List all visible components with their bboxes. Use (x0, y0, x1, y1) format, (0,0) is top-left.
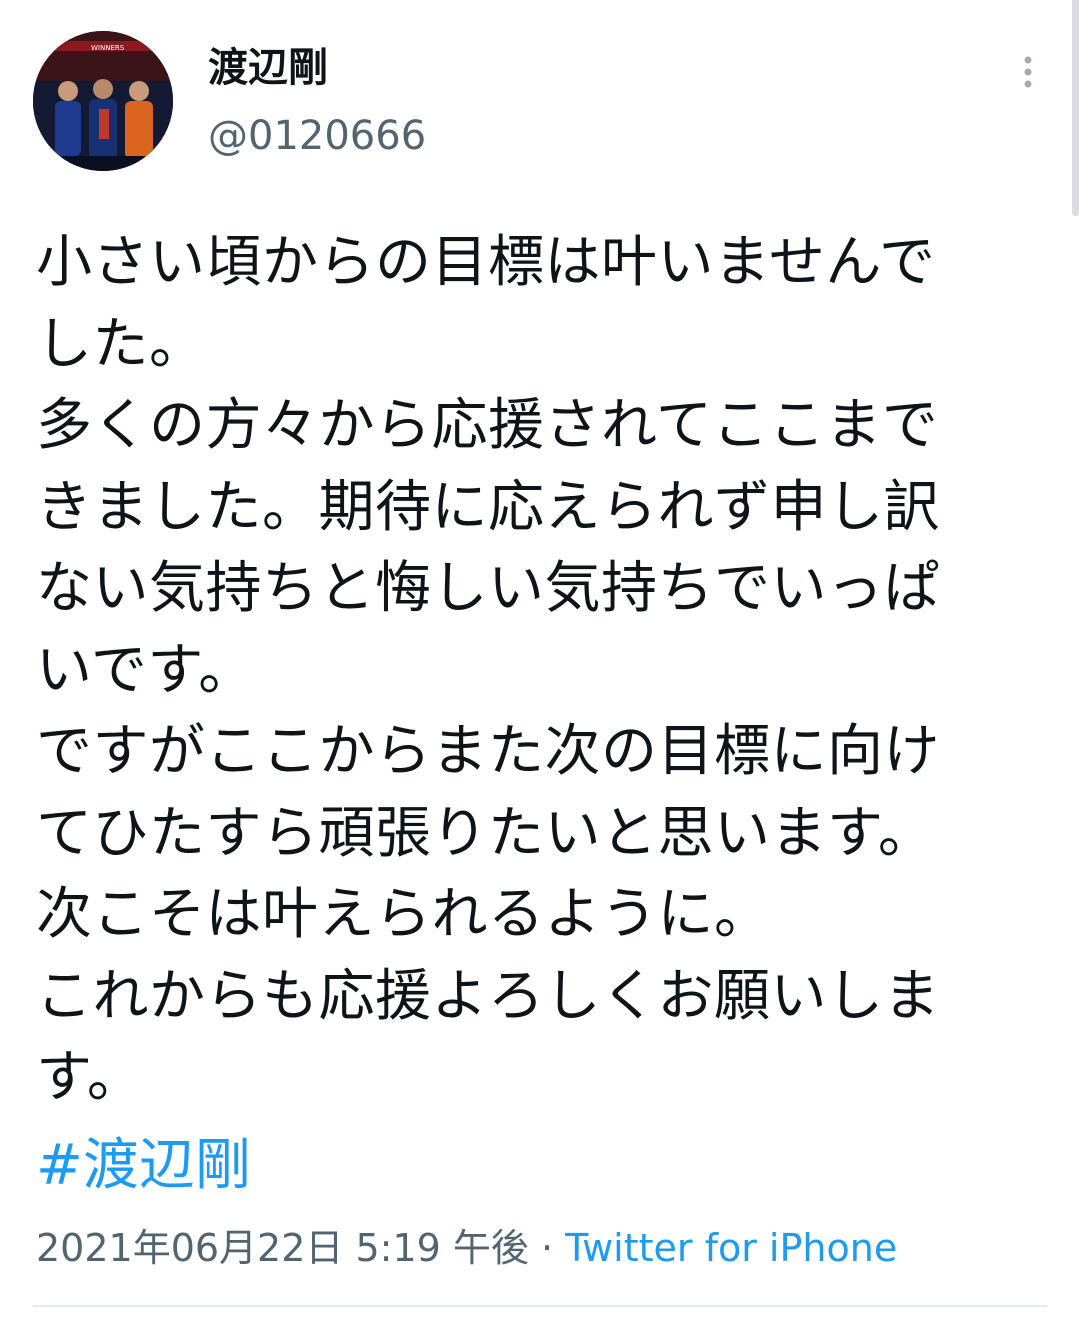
tweet-timestamp[interactable]: 2021年06月22日 5:19 午後 (36, 1226, 529, 1270)
tweet-source-link[interactable]: Twitter for iPhone (565, 1226, 897, 1270)
tweet-meta: 2021年06月22日 5:19 午後 · Twitter for iPhone (36, 1222, 897, 1274)
tweet-text-line: いです。 (36, 637, 255, 703)
display-name[interactable]: 渡辺剛 (208, 40, 328, 96)
tweet-text-line: 次こそは叶えられるように。 (36, 882, 771, 947)
avatar[interactable]: WINNERS (33, 31, 173, 171)
more-options-button[interactable] (1008, 46, 1048, 98)
tweet-text-line: これからも応援よろしくお願いしま (36, 963, 940, 1029)
tweet-text-line: 多くの方々から応援されてここまで (36, 393, 939, 458)
hashtag-link[interactable]: #渡辺剛 (36, 1128, 251, 1204)
profile-photo: WINNERS (33, 31, 173, 171)
tweet-text-line: てひたすら頑張りたいと思います。 (36, 800, 935, 866)
tweet-text-line: ない気持ちと悔しい気持ちでいっぱ (36, 556, 940, 621)
meta-separator: · (528, 1226, 566, 1270)
divider (33, 1305, 1047, 1307)
scrollbar[interactable] (1072, 0, 1079, 216)
tweet-text: 小さい頃からの目標は叶いませんで した。 多くの方々から応援されてここまで きま… (36, 222, 1046, 1119)
user-handle[interactable]: @0120666 (208, 108, 426, 164)
tweet-text-line: した。 (36, 311, 206, 377)
more-vertical-icon (1024, 56, 1032, 88)
tweet-text-line: 小さい頃からの目標は叶いませんで (36, 230, 936, 295)
avatar-banner-text: WINNERS (91, 44, 125, 52)
tweet-text-line: す。 (36, 1045, 144, 1110)
tweet-text-line: きました。期待に応えられず申し訳 (36, 474, 940, 540)
tweet-text-line: ですがここからまた次の目標に向け (36, 719, 940, 784)
